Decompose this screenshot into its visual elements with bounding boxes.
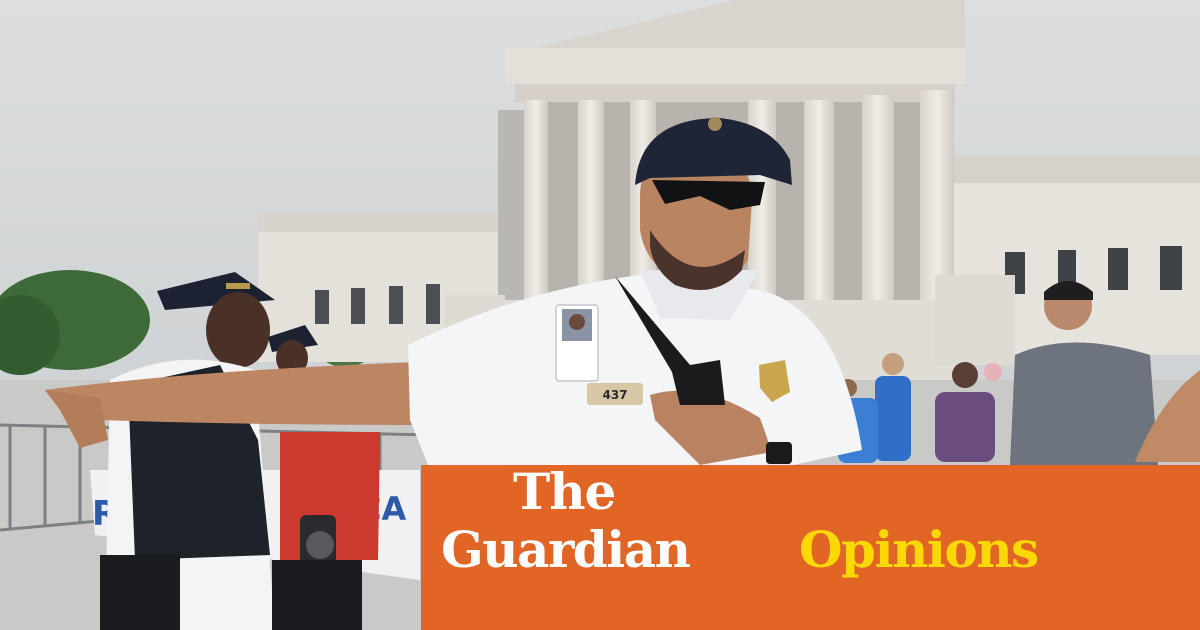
brand-word-the: The [513, 462, 616, 521]
brand-word-guardian: Guardian [441, 520, 691, 579]
svg-text:437: 437 [602, 388, 627, 402]
brand-section-opinions: Opinions [799, 520, 1039, 579]
guardian-opinions-banner: The Guardian Opinions [421, 465, 1200, 630]
